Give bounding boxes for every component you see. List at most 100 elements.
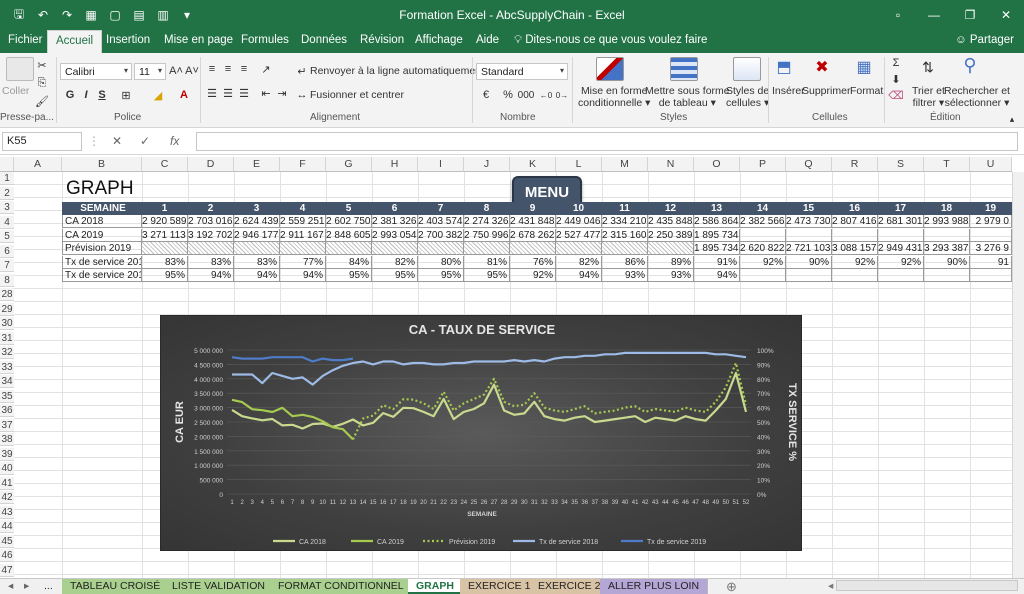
table-cell[interactable]: 2 721 103: [786, 242, 832, 256]
row-header[interactable]: 35: [0, 389, 14, 403]
row-header[interactable]: 33: [0, 360, 14, 374]
table-cell[interactable]: 2 527 477: [556, 228, 602, 242]
align-top-icon[interactable]: ≡: [204, 61, 220, 77]
table-cell[interactable]: 76%: [510, 255, 556, 269]
row-header[interactable]: 32: [0, 346, 14, 359]
table-cell[interactable]: 93%: [648, 269, 694, 282]
table-cell[interactable]: 92%: [832, 255, 878, 269]
column-header[interactable]: B: [62, 157, 142, 172]
column-header[interactable]: S: [878, 157, 924, 172]
formula-input[interactable]: [196, 132, 1018, 151]
number-format-select[interactable]: Standard ▾: [476, 63, 568, 80]
column-header[interactable]: E: [234, 157, 280, 172]
cell-styles-button[interactable]: Styles de cellules ▾: [726, 85, 769, 109]
table-cell[interactable]: [924, 269, 970, 282]
tab-formules[interactable]: Formules: [241, 34, 289, 46]
column-header[interactable]: G: [326, 157, 372, 172]
table-cell[interactable]: 2 703 016: [188, 215, 234, 229]
table-cell[interactable]: 82%: [556, 255, 602, 269]
table-cell[interactable]: [970, 228, 1012, 242]
column-header[interactable]: D: [188, 157, 234, 172]
row-header[interactable]: 42: [0, 491, 14, 504]
table-cell[interactable]: 2 602 750: [326, 215, 372, 229]
table-cell[interactable]: 2 678 262: [510, 228, 556, 242]
table-cell[interactable]: [418, 242, 464, 256]
restore-icon[interactable]: ❐: [952, 0, 988, 30]
align-bottom-icon[interactable]: ≡: [236, 61, 252, 77]
table-cell[interactable]: 77%: [280, 255, 326, 269]
table-cell[interactable]: 94%: [280, 269, 326, 282]
table-cell[interactable]: 3 088 157: [832, 242, 878, 256]
row-header[interactable]: 39: [0, 447, 14, 461]
table-cell[interactable]: [878, 269, 924, 282]
tab-affichage[interactable]: Affichage: [415, 34, 463, 46]
column-header[interactable]: P: [740, 157, 786, 172]
percent-button[interactable]: %: [500, 87, 516, 103]
sheet-tab[interactable]: ALLER PLUS LOIN: [600, 579, 709, 594]
align-center-icon[interactable]: ☰: [220, 85, 236, 101]
sheet-tab[interactable]: EXERCICE 2: [530, 579, 610, 594]
sort-filter-button[interactable]: Trier et filtrer ▾: [912, 85, 945, 109]
row-header[interactable]: 44: [0, 520, 14, 533]
add-sheet-icon[interactable]: ⊕: [718, 579, 745, 594]
table-cell[interactable]: 2 750 996: [464, 228, 510, 242]
table-cell[interactable]: 84%: [326, 255, 372, 269]
table-cell[interactable]: 2 559 251: [280, 215, 326, 229]
table-cell[interactable]: 81%: [464, 255, 510, 269]
tab-mise-en-page[interactable]: Mise en page: [164, 34, 233, 46]
decrease-indent-icon[interactable]: ⇤: [258, 85, 274, 101]
increase-indent-icon[interactable]: ⇥: [274, 85, 290, 101]
table-cell[interactable]: 90%: [924, 255, 970, 269]
fill-color-icon[interactable]: ◢: [150, 87, 166, 103]
column-header[interactable]: Q: [786, 157, 832, 172]
row-header[interactable]: 43: [0, 505, 14, 519]
sheet-tab[interactable]: GRAPH: [408, 579, 463, 594]
table-cell[interactable]: 2 381 326: [372, 215, 418, 229]
column-header[interactable]: A: [14, 157, 62, 172]
table-cell[interactable]: 2 274 326: [464, 215, 510, 229]
table-cell[interactable]: 83%: [142, 255, 188, 269]
column-header[interactable]: N: [648, 157, 694, 172]
bold-button[interactable]: G: [62, 87, 78, 103]
borders-icon[interactable]: ⊞: [118, 87, 134, 103]
column-header[interactable]: O: [694, 157, 740, 172]
row-header[interactable]: 38: [0, 433, 14, 446]
row-header[interactable]: 3: [0, 201, 14, 214]
column-header[interactable]: K: [510, 157, 556, 172]
table-cell[interactable]: [740, 269, 786, 282]
format-painter-icon[interactable]: 🖌︎: [34, 93, 50, 109]
table-cell[interactable]: 95%: [372, 269, 418, 282]
table-cell[interactable]: 2 586 864: [694, 215, 740, 229]
table-cell[interactable]: [510, 242, 556, 256]
italic-button[interactable]: I: [78, 87, 94, 103]
row-header[interactable]: 37: [0, 418, 14, 432]
align-left-icon[interactable]: ☰: [204, 85, 220, 101]
row-header[interactable]: 29: [0, 302, 14, 316]
table-cell[interactable]: 94%: [556, 269, 602, 282]
increase-decimal-icon[interactable]: ←0: [538, 87, 554, 103]
column-header[interactable]: L: [556, 157, 602, 172]
table-cell[interactable]: 95%: [464, 269, 510, 282]
insert-function-button[interactable]: fx: [170, 134, 179, 148]
row-header[interactable]: 34: [0, 375, 14, 388]
row-header[interactable]: 47: [0, 563, 14, 577]
find-select-button[interactable]: Rechercher et sélectionner ▾: [944, 85, 1010, 109]
sheet-tab[interactable]: FORMAT CONDITIONNEL: [270, 579, 413, 594]
row-header[interactable]: 4: [0, 215, 14, 229]
table-cell[interactable]: 2 382 566: [740, 215, 786, 229]
row-header[interactable]: 46: [0, 549, 14, 562]
confirm-icon[interactable]: ✓: [140, 134, 150, 148]
decrease-font-icon[interactable]: A˅: [184, 63, 200, 79]
row-header[interactable]: 5: [0, 230, 14, 243]
table-cell[interactable]: [142, 242, 188, 256]
table-cell[interactable]: 1 895 734: [694, 228, 740, 242]
format-as-table-button[interactable]: Mettre sous forme de tableau ▾: [645, 85, 730, 109]
row-header[interactable]: 8: [0, 273, 14, 287]
table-cell[interactable]: 2 403 574: [418, 215, 464, 229]
clear-icon[interactable]: ⌫: [888, 87, 904, 103]
table-cell[interactable]: 2 807 416: [832, 215, 878, 229]
row-header[interactable]: 40: [0, 462, 14, 475]
increase-font-icon[interactable]: A˄: [168, 63, 184, 79]
table-cell[interactable]: 91%: [694, 255, 740, 269]
table-cell[interactable]: 2 920 589: [142, 215, 188, 229]
